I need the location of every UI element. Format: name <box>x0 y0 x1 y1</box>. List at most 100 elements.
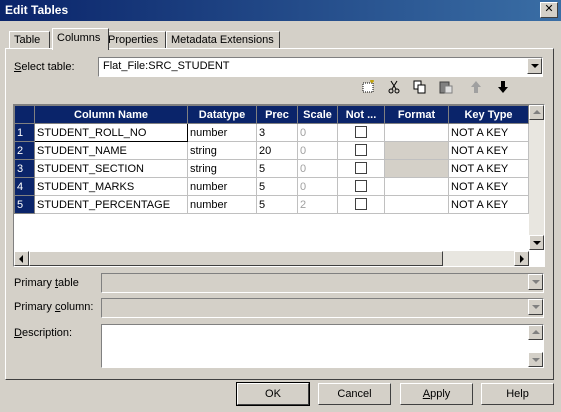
table-row[interactable]: 3 STUDENT_SECTION string 5 0 NOT A KEY <box>14 159 529 178</box>
empty-cell <box>188 230 257 246</box>
tab-metadata-extensions[interactable]: Metadata Extensions <box>166 31 280 49</box>
not-null-checkbox[interactable] <box>355 144 367 156</box>
format-cell[interactable] <box>384 159 449 178</box>
prec-cell[interactable]: 3 <box>256 123 298 142</box>
key-type-cell[interactable]: NOT A KEY <box>448 177 529 196</box>
tab-columns[interactable]: Columns <box>52 28 109 50</box>
chevron-down-icon[interactable] <box>528 299 543 315</box>
scale-cell[interactable]: 0 <box>297 141 338 160</box>
ok-label: OK <box>265 388 281 400</box>
select-table-dropdown[interactable]: Flat_File:SRC_STUDENT <box>98 57 543 77</box>
datatype-cell[interactable]: number <box>187 177 257 196</box>
empty-cell <box>35 230 188 246</box>
prec-cell[interactable]: 5 <box>256 159 298 178</box>
header-key-type[interactable]: Key Type <box>448 105 529 124</box>
copy-icon[interactable] <box>411 80 429 98</box>
column-name-cell[interactable]: STUDENT_MARKS <box>34 177 188 196</box>
prec-cell[interactable]: 5 <box>256 195 298 214</box>
datatype-cell[interactable]: number <box>187 123 257 142</box>
header-format[interactable]: Format <box>384 105 449 124</box>
not-null-checkbox[interactable] <box>355 198 367 210</box>
not-null-cell[interactable] <box>337 177 385 196</box>
scroll-right-icon[interactable] <box>514 251 529 266</box>
key-type-cell[interactable]: NOT A KEY <box>448 159 529 178</box>
column-name-cell[interactable]: STUDENT_ROLL_NO <box>34 123 188 142</box>
ok-button[interactable]: OK <box>236 382 310 406</box>
format-cell[interactable] <box>384 177 449 196</box>
not-null-cell[interactable] <box>337 159 385 178</box>
empty-row <box>15 214 529 231</box>
help-button[interactable]: Help <box>481 383 554 405</box>
tab-columns-label: Columns <box>57 32 101 44</box>
new-column-icon[interactable] <box>359 79 377 98</box>
scale-cell[interactable]: 0 <box>297 123 338 142</box>
tab-properties[interactable]: Properties <box>103 31 166 49</box>
description-textarea[interactable] <box>101 324 544 368</box>
datatype-cell[interactable]: number <box>187 195 257 214</box>
description-label: Description: <box>14 327 73 339</box>
empty-cell <box>449 214 529 231</box>
not-null-cell[interactable] <box>337 195 385 214</box>
not-null-cell[interactable] <box>337 123 385 142</box>
column-name-cell[interactable]: STUDENT_SECTION <box>34 159 188 178</box>
apply-label-accel: A <box>422 388 431 400</box>
empty-cell <box>298 230 338 246</box>
header-not-null[interactable]: Not ... <box>337 105 385 124</box>
table-row[interactable]: 1 STUDENT_ROLL_NO number 3 0 NOT A KEY <box>14 123 529 142</box>
row-number: 5 <box>14 195 35 214</box>
primary-column-dropdown[interactable] <box>101 298 544 318</box>
scroll-down-icon[interactable] <box>529 235 544 250</box>
key-type-cell[interactable]: NOT A KEY <box>448 195 529 214</box>
format-cell[interactable] <box>384 123 449 142</box>
header-column-name[interactable]: Column Name <box>34 105 188 124</box>
table-row[interactable]: 5 STUDENT_PERCENTAGE number 5 2 NOT A KEY <box>14 195 529 214</box>
format-cell[interactable] <box>384 141 449 160</box>
column-name-cell[interactable]: STUDENT_PERCENTAGE <box>34 195 188 214</box>
prec-cell[interactable]: 5 <box>256 177 298 196</box>
key-type-cell[interactable]: NOT A KEY <box>448 123 529 142</box>
not-null-checkbox[interactable] <box>355 180 367 192</box>
datatype-cell[interactable]: string <box>187 159 257 178</box>
move-up-icon[interactable] <box>467 80 485 98</box>
column-name-cell[interactable]: STUDENT_NAME <box>34 141 188 160</box>
grid-vertical-scrollbar[interactable] <box>529 105 544 250</box>
empty-cell <box>385 214 449 231</box>
select-table-label: Select table: <box>14 61 75 73</box>
row-number: 1 <box>14 123 35 142</box>
close-button[interactable]: ✕ <box>540 2 558 18</box>
header-scale[interactable]: Scale <box>297 105 338 124</box>
cut-icon[interactable] <box>385 80 403 98</box>
scroll-left-icon[interactable] <box>14 251 29 266</box>
table-row[interactable]: 4 STUDENT_MARKS number 5 0 NOT A KEY <box>14 177 529 196</box>
scroll-up-icon[interactable] <box>528 325 543 340</box>
chevron-down-icon[interactable] <box>528 274 543 290</box>
scroll-down-icon[interactable] <box>528 352 543 367</box>
not-null-checkbox[interactable] <box>355 126 367 138</box>
cancel-button[interactable]: Cancel <box>318 383 391 405</box>
scroll-thumb[interactable] <box>29 251 443 266</box>
key-type-cell[interactable]: NOT A KEY <box>448 141 529 160</box>
datatype-cell[interactable]: string <box>187 141 257 160</box>
header-datatype[interactable]: Datatype <box>187 105 257 124</box>
scroll-up-icon[interactable] <box>529 105 544 120</box>
paste-icon[interactable] <box>437 80 455 98</box>
empty-cell <box>15 230 35 246</box>
primary-table-dropdown[interactable] <box>101 273 544 293</box>
scale-cell[interactable]: 2 <box>297 195 338 214</box>
table-row[interactable]: 2 STUDENT_NAME string 20 0 NOT A KEY <box>14 141 529 160</box>
grid-horizontal-scrollbar[interactable] <box>14 251 529 266</box>
empty-cell <box>385 230 449 246</box>
not-null-cell[interactable] <box>337 141 385 160</box>
empty-cell <box>338 214 385 231</box>
scale-cell[interactable]: 0 <box>297 159 338 178</box>
not-null-checkbox[interactable] <box>355 162 367 174</box>
prec-cell[interactable]: 20 <box>256 141 298 160</box>
move-down-icon[interactable] <box>494 80 512 98</box>
format-cell[interactable] <box>384 195 449 214</box>
header-prec[interactable]: Prec <box>256 105 298 124</box>
chevron-down-icon[interactable] <box>527 58 542 74</box>
tab-table-label: Table <box>14 34 41 46</box>
apply-button[interactable]: Apply <box>400 383 473 405</box>
scale-cell[interactable]: 0 <box>297 177 338 196</box>
tab-table[interactable]: Table <box>9 31 50 49</box>
